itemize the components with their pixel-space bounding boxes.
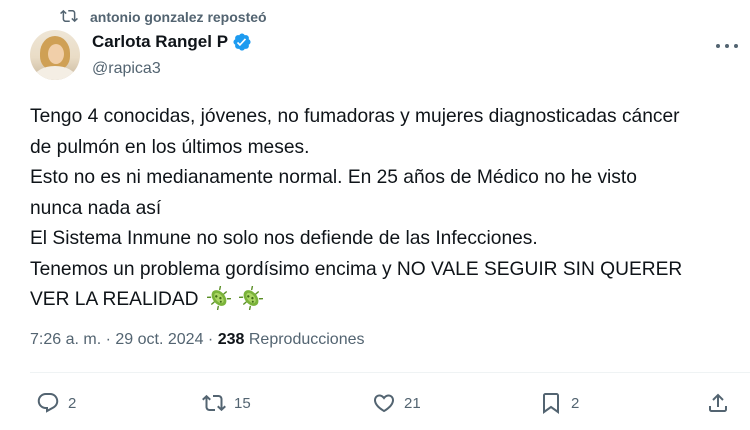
repost-label: antonio gonzalez reposteó — [90, 9, 267, 25]
verified-badge-icon[interactable] — [232, 32, 252, 52]
author-handle[interactable]: @rapica3 — [92, 60, 161, 78]
tweet-line: Tenemos un problema gordísimo encima y N… — [30, 258, 683, 280]
tweet-time[interactable]: 7:26 a. m. — [30, 331, 101, 348]
repost-count: 15 — [234, 394, 251, 412]
share-icon — [706, 391, 730, 415]
bookmark-icon — [539, 391, 563, 415]
like-count: 21 — [404, 394, 421, 412]
heart-icon — [372, 391, 396, 415]
meta-separator: · — [105, 331, 111, 348]
avatar[interactable] — [30, 30, 80, 80]
tweet-date[interactable]: 29 oct. 2024 — [115, 331, 203, 348]
tweet-line: nunca nada así — [30, 197, 162, 219]
meta-separator: · — [207, 331, 214, 348]
tweet-meta: 7:26 a. m. · 29 oct. 2024 · 238 Reproduc… — [30, 331, 364, 349]
more-options-icon[interactable] — [716, 38, 738, 54]
microbe-emoji-icon — [206, 285, 231, 311]
tweet-line: de pulmón en los últimos meses. — [30, 136, 310, 158]
tweet-line: VER LA REALIDAD — [30, 289, 199, 310]
bookmark-button[interactable]: 2 — [539, 388, 579, 418]
repost-header[interactable]: antonio gonzalez reposteó — [60, 6, 267, 28]
repost-icon — [60, 7, 78, 28]
tweet-text: Tengo 4 conocidas, jóvenes, no fumadoras… — [30, 102, 735, 316]
bookmark-count: 2 — [571, 394, 580, 412]
action-bar: 2 15 21 2 — [0, 388, 750, 420]
like-button[interactable]: 21 — [372, 388, 421, 418]
author-name-row[interactable]: Carlota Rangel P — [92, 32, 252, 52]
tweet-line: El Sistema Inmune no solo nos defiende d… — [30, 228, 538, 249]
author-name[interactable]: Carlota Rangel P — [92, 32, 228, 52]
repost-action-icon — [202, 391, 226, 415]
views-label[interactable]: Reproducciones — [249, 331, 365, 348]
reply-button[interactable]: 2 — [36, 388, 76, 418]
microbe-emoji-icon — [238, 285, 263, 311]
tweet-line-last: VER LA REALIDAD — [30, 285, 735, 316]
reply-icon — [36, 391, 60, 415]
share-button[interactable] — [706, 388, 730, 418]
divider — [30, 372, 750, 373]
repost-button[interactable]: 15 — [202, 388, 251, 418]
reply-count: 2 — [68, 394, 77, 412]
tweet-line: Esto no es ni medianamente normal. En 25… — [30, 167, 637, 188]
tweet-line: Tengo 4 conocidas, jóvenes, no fumadoras… — [30, 106, 680, 127]
views-count[interactable]: 238 — [218, 331, 245, 348]
